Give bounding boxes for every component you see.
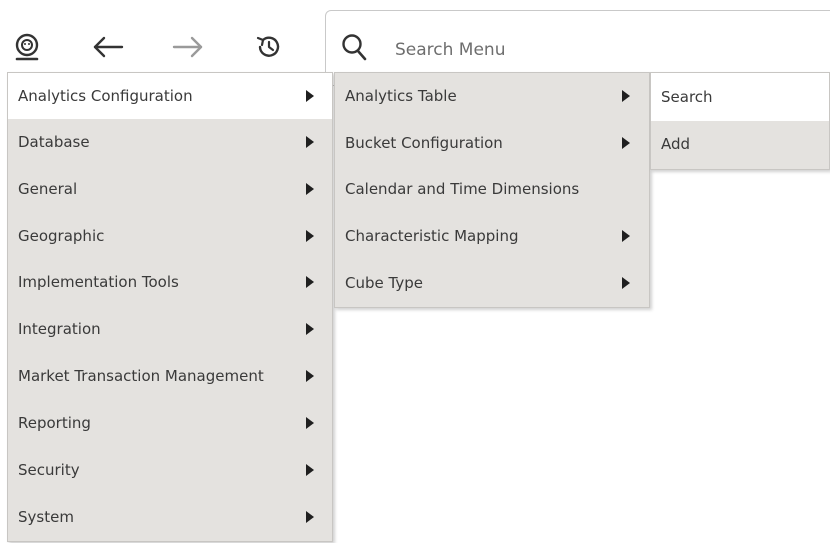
submenu-arrow-icon xyxy=(306,323,314,335)
menu-item-label: Calendar and Time Dimensions xyxy=(345,180,580,198)
search-icon xyxy=(340,31,370,67)
submenu-arrow-icon xyxy=(622,230,630,242)
menu-item-implementation-tools[interactable]: Implementation Tools xyxy=(8,259,332,305)
submenu-arrow-icon xyxy=(306,276,314,288)
submenu-arrow-icon xyxy=(306,464,314,476)
submenu-arrow-icon xyxy=(622,137,630,149)
menu-item-label: Search xyxy=(661,88,713,106)
submenu-arrow-icon xyxy=(306,90,314,102)
menu-item-system[interactable]: System xyxy=(8,494,332,540)
menu-item-market-transaction-management[interactable]: Market Transaction Management xyxy=(8,353,332,399)
menu-item-label: Integration xyxy=(18,320,101,338)
submenu-item-characteristic-mapping[interactable]: Characteristic Mapping xyxy=(335,213,649,259)
menu-item-label: Reporting xyxy=(18,414,91,432)
submenu-item-add[interactable]: Add xyxy=(651,121,829,167)
menu-item-label: Database xyxy=(18,133,90,151)
menu-item-label: Add xyxy=(661,135,691,153)
main-menu: Analytics Configuration Database General… xyxy=(7,72,333,542)
submenu-item-analytics-table[interactable]: Analytics Table xyxy=(335,73,649,119)
menu-item-label: General xyxy=(18,180,78,198)
menu-item-label: Bucket Configuration xyxy=(345,134,503,152)
menu-item-label: Implementation Tools xyxy=(18,273,179,291)
menu-item-analytics-configuration[interactable]: Analytics Configuration xyxy=(8,73,332,119)
menu-item-reporting[interactable]: Reporting xyxy=(8,400,332,446)
submenu-arrow-icon xyxy=(622,90,630,102)
menu-item-label: Analytics Table xyxy=(345,87,457,105)
submenu-arrow-icon xyxy=(306,511,314,523)
menu-item-label: Geographic xyxy=(18,227,105,245)
menu-item-label: Market Transaction Management xyxy=(18,367,264,385)
user-avatar-icon[interactable] xyxy=(8,28,46,66)
menu-item-security[interactable]: Security xyxy=(8,447,332,493)
search-input[interactable] xyxy=(393,35,817,65)
analytics-table-submenu: Search Add xyxy=(650,72,830,170)
menu-item-general[interactable]: General xyxy=(8,166,332,212)
menu-item-label: Characteristic Mapping xyxy=(345,227,519,245)
submenu-arrow-icon xyxy=(306,183,314,195)
back-arrow-icon[interactable] xyxy=(89,28,127,66)
submenu-item-calendar-and-time-dimensions[interactable]: Calendar and Time Dimensions xyxy=(335,166,649,212)
submenu-arrow-icon xyxy=(306,136,314,148)
submenu-item-search[interactable]: Search xyxy=(651,73,829,121)
submenu-arrow-icon xyxy=(306,230,314,242)
menu-item-label: Security xyxy=(18,461,80,479)
history-icon[interactable] xyxy=(250,28,288,66)
submenu-arrow-icon xyxy=(622,277,630,289)
submenu-arrow-icon xyxy=(306,370,314,382)
menu-item-label: System xyxy=(18,508,74,526)
submenu-arrow-icon xyxy=(306,417,314,429)
menu-item-geographic[interactable]: Geographic xyxy=(8,213,332,259)
submenu-item-cube-type[interactable]: Cube Type xyxy=(335,260,649,306)
menu-item-integration[interactable]: Integration xyxy=(8,306,332,352)
menu-item-label: Analytics Configuration xyxy=(18,87,193,105)
analytics-configuration-submenu: Analytics Table Bucket Configuration Cal… xyxy=(334,72,650,308)
menu-item-label: Cube Type xyxy=(345,274,423,292)
menu-item-database[interactable]: Database xyxy=(8,119,332,165)
submenu-item-bucket-configuration[interactable]: Bucket Configuration xyxy=(335,120,649,166)
forward-arrow-icon[interactable] xyxy=(169,28,207,66)
